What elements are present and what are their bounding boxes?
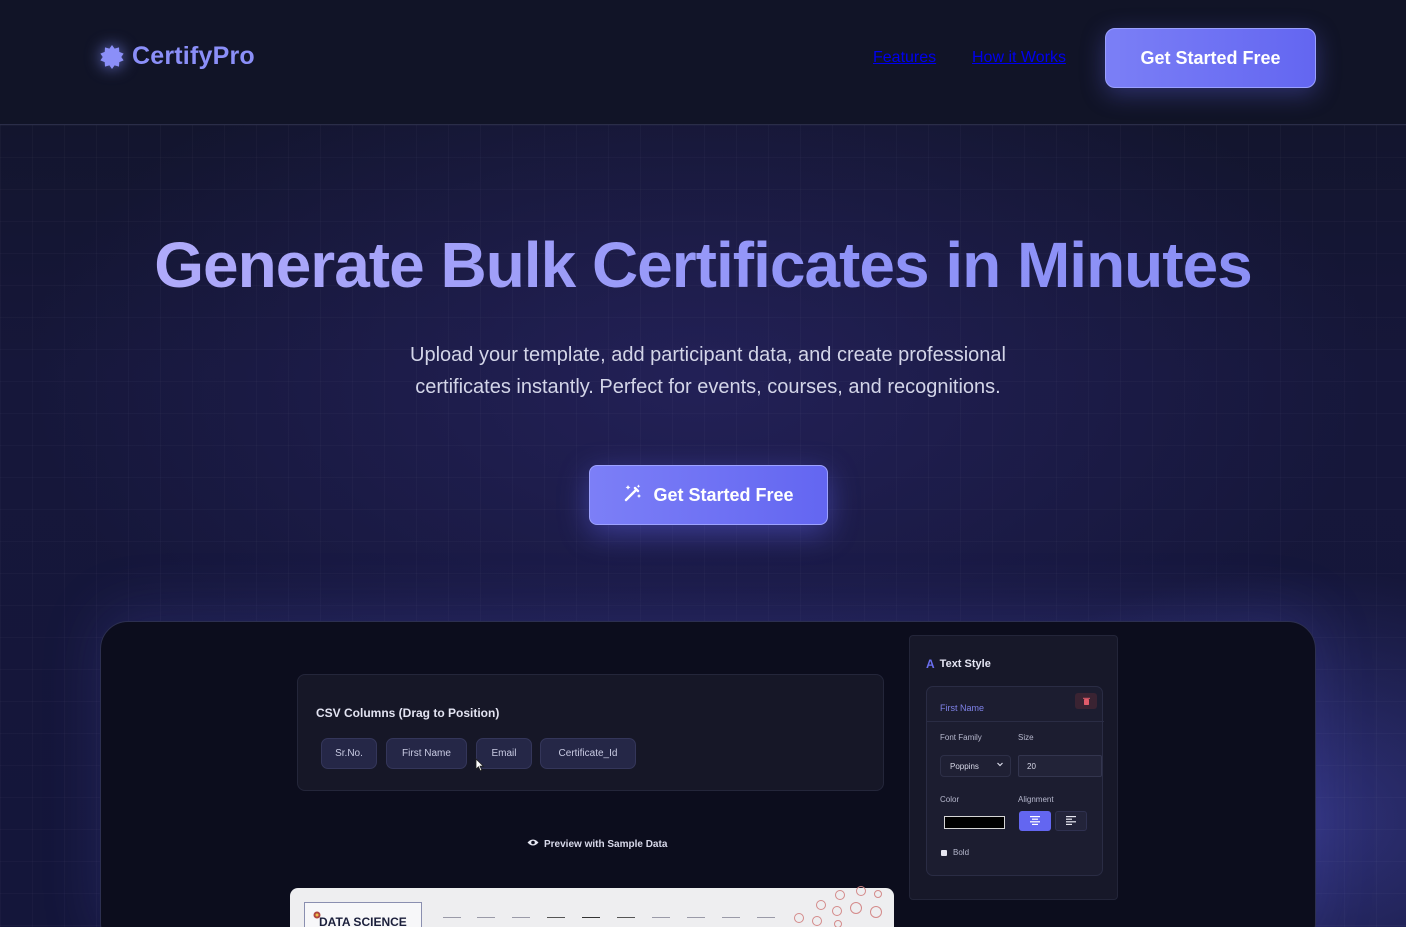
align-center-button[interactable] xyxy=(1019,811,1051,831)
font-family-label: Font Family xyxy=(940,733,982,742)
text-style-title-label: Text Style xyxy=(939,658,991,670)
csv-columns-panel: CSV Columns (Drag to Position) Sr.No. Fi… xyxy=(297,674,884,791)
align-left-icon xyxy=(1066,812,1076,830)
text-style-title: A Text Style xyxy=(926,657,991,671)
certificate-heading: DATA SCIENCE xyxy=(319,915,407,927)
hero-get-started-button[interactable]: Get Started Free xyxy=(589,465,828,525)
preview-label-text: Preview with Sample Data xyxy=(544,838,668,850)
preview-sample-data-label[interactable]: Preview with Sample Data xyxy=(527,838,667,850)
bold-checkbox[interactable] xyxy=(941,850,947,856)
certificate-preview: DATA SCIENCE xyxy=(290,886,894,927)
csv-column-chip[interactable]: Sr.No. xyxy=(321,738,377,769)
card-divider xyxy=(927,721,1104,722)
font-family-value: Poppins xyxy=(950,761,979,771)
nav-features[interactable]: Features xyxy=(873,49,936,67)
hero-subtitle: Upload your template, add participant da… xyxy=(410,344,1006,398)
alignment-label: Alignment xyxy=(1018,795,1054,804)
nav-how-it-works[interactable]: How it Works xyxy=(972,49,1066,67)
text-field-name: First Name xyxy=(940,703,985,713)
logo[interactable]: CertifyPro xyxy=(98,42,255,71)
color-picker[interactable] xyxy=(944,816,1005,829)
align-left-button[interactable] xyxy=(1055,811,1087,831)
chevron-down-icon xyxy=(996,760,1004,770)
font-family-select[interactable]: Poppins xyxy=(940,755,1011,777)
csv-panel-title: CSV Columns (Drag to Position) xyxy=(316,706,500,720)
certificate-heading-box: DATA SCIENCE xyxy=(304,902,422,927)
eye-icon xyxy=(527,838,539,850)
align-center-icon xyxy=(1030,812,1040,830)
csv-column-chip[interactable]: First Name xyxy=(386,738,467,769)
bold-label: Bold xyxy=(953,848,970,857)
size-input[interactable]: 20 xyxy=(1018,755,1102,777)
header-get-started-button[interactable]: Get Started Free xyxy=(1105,28,1316,88)
hero-cta-label: Get Started Free xyxy=(653,484,794,505)
csv-column-chip[interactable]: Certificate_Id xyxy=(540,738,636,769)
mouse-cursor-icon xyxy=(475,758,485,777)
site-header: CertifyPro Features How it Works Get Sta… xyxy=(0,0,1406,125)
delete-field-button[interactable] xyxy=(1075,693,1097,709)
text-style-panel: A Text Style First Name Font Family Size… xyxy=(909,635,1118,900)
size-label: Size xyxy=(1018,733,1034,742)
logo-text: CertifyPro xyxy=(132,42,255,70)
badge-icon xyxy=(98,43,126,71)
text-icon: A xyxy=(926,657,935,671)
text-field-card: First Name Font Family Size Poppins 20 C… xyxy=(926,686,1104,876)
magic-wand-icon xyxy=(623,483,643,508)
trash-icon xyxy=(1082,692,1090,710)
color-label: Color xyxy=(940,795,960,804)
app-preview: CSV Columns (Drag to Position) Sr.No. Fi… xyxy=(100,621,1316,927)
hero-title: Generate Bulk Certificates in Minutes xyxy=(0,228,1406,302)
